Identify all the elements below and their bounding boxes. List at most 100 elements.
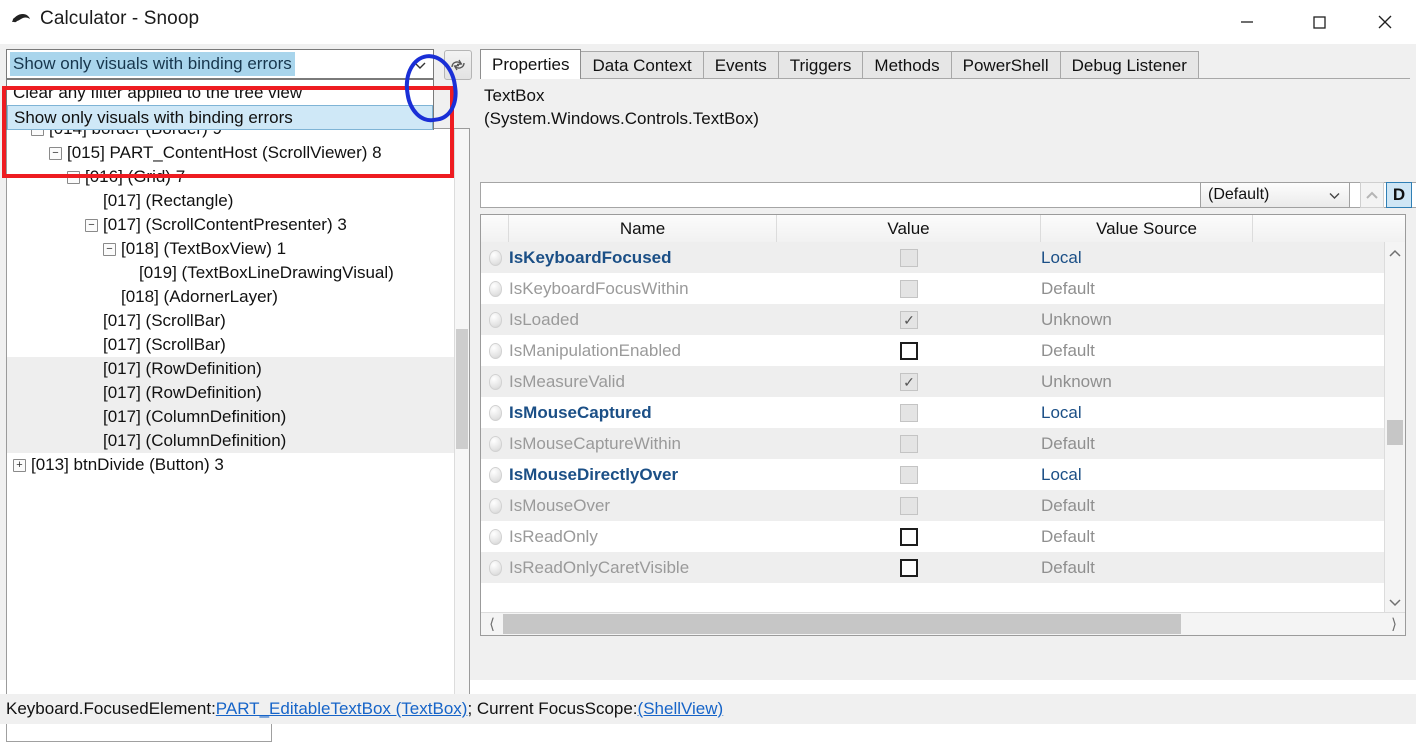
bulb-icon[interactable] [488, 342, 502, 359]
tree-node[interactable]: [017] (ColumnDefinition) [7, 429, 455, 453]
tree-node[interactable]: [017] (Rectangle) [7, 189, 455, 213]
bulb-icon[interactable] [488, 466, 502, 483]
tab-debug-listener[interactable]: Debug Listener [1059, 51, 1199, 79]
property-value-cell[interactable] [777, 279, 1041, 298]
property-value-cell[interactable]: ✓ [777, 310, 1041, 329]
bulb-icon[interactable] [488, 497, 502, 514]
grid-horizontal-scrollbar[interactable]: ⟨ ⟩ [481, 612, 1405, 635]
property-row[interactable]: IsKeyboardFocused Local [481, 242, 1385, 273]
tree-node[interactable]: − [018] (TextBoxView) 1 [7, 237, 455, 261]
tab-methods[interactable]: Methods [862, 51, 952, 79]
expand-icon[interactable]: + [13, 458, 26, 472]
property-value-checkbox[interactable] [900, 527, 918, 546]
grid-vertical-scrollbar[interactable] [1384, 242, 1405, 613]
collapse-icon[interactable]: − [49, 146, 62, 160]
property-value-cell[interactable] [777, 434, 1041, 453]
scroll-right-icon[interactable]: ⟩ [1383, 613, 1405, 635]
tree-vertical-scrollbar[interactable] [454, 129, 469, 713]
property-value-cell[interactable] [777, 341, 1041, 360]
property-value-cell[interactable] [777, 558, 1041, 577]
delve-button[interactable]: D [1386, 182, 1412, 208]
tree-node[interactable]: [017] (ScrollBar) [7, 333, 455, 357]
tree-node[interactable]: − [017] (ScrollContentPresenter) 3 [7, 213, 455, 237]
property-row[interactable]: IsKeyboardFocusWithin Default [481, 273, 1385, 304]
bulb-icon[interactable] [488, 249, 502, 266]
collapse-icon[interactable]: − [103, 242, 116, 256]
property-row[interactable]: IsManipulationEnabled Default [481, 335, 1385, 366]
bulb-icon[interactable] [488, 373, 502, 390]
bulb-icon[interactable] [488, 528, 502, 545]
tree-node[interactable]: [017] (ColumnDefinition) [7, 405, 455, 429]
property-grid[interactable]: Name Value Value Source IsKeyboardFocused L… [480, 214, 1406, 636]
chevron-down-icon[interactable] [1328, 187, 1341, 205]
filter-option-clear[interactable]: Clear any filter applied to the tree vie… [7, 80, 433, 105]
collapse-icon[interactable]: − [67, 170, 80, 184]
tree-node[interactable]: [018] (AdornerLayer) [7, 285, 455, 309]
grid-column-header[interactable] [1253, 215, 1405, 242]
property-value-checkbox[interactable] [900, 248, 918, 267]
tab-powershell[interactable]: PowerShell [950, 51, 1061, 79]
grid-column-header[interactable] [481, 215, 509, 242]
scroll-left-icon[interactable]: ⟨ [481, 613, 503, 635]
visual-tree[interactable]: −[014] border (Border) 9−[015] PART_Cont… [6, 128, 470, 714]
minimize-button[interactable] [1224, 0, 1270, 44]
property-value-checkbox[interactable]: ✓ [900, 372, 918, 391]
property-value-cell[interactable] [777, 527, 1041, 546]
bulb-icon[interactable] [488, 404, 502, 421]
property-value-checkbox[interactable] [900, 465, 918, 484]
property-value-cell[interactable] [777, 248, 1041, 267]
grid-hscroll-track[interactable] [503, 613, 1383, 635]
tree-node[interactable]: − [015] PART_ContentHost (ScrollViewer) 8 [7, 141, 455, 165]
tree-node[interactable]: [017] (RowDefinition) [7, 381, 455, 405]
grid-scrollbar-thumb[interactable] [1387, 420, 1403, 445]
bulb-icon[interactable] [488, 559, 502, 576]
property-value-checkbox[interactable]: ✓ [900, 310, 918, 329]
bulb-icon[interactable] [488, 280, 502, 297]
bulb-icon[interactable] [488, 311, 502, 328]
grid-hscroll-thumb[interactable] [503, 614, 1181, 634]
tree-node[interactable]: [017] (RowDefinition) [7, 357, 455, 381]
property-row[interactable]: IsReadOnly Default [481, 521, 1385, 552]
property-value-cell[interactable] [777, 496, 1041, 515]
property-value-checkbox[interactable] [900, 403, 918, 422]
grid-column-header[interactable]: Name [509, 215, 777, 242]
grid-column-header[interactable]: Value Source [1041, 215, 1253, 242]
tab-properties[interactable]: Properties [480, 49, 582, 79]
filter-combobox[interactable]: Show only visuals with binding errors [6, 49, 434, 79]
property-row[interactable]: IsMouseCaptured Local [481, 397, 1385, 428]
tree-node[interactable]: − [016] (Grid) 7 [7, 165, 455, 189]
tree-node[interactable]: [019] (TextBoxLineDrawingVisual) [7, 261, 455, 285]
property-value-checkbox[interactable] [900, 496, 918, 515]
property-value-cell[interactable]: ✓ [777, 372, 1041, 391]
filter-option-binding-errors[interactable]: Show only visuals with binding errors [7, 105, 433, 130]
property-row[interactable]: IsMeasureValid ✓ Unknown [481, 366, 1385, 397]
property-row[interactable]: IsMouseCaptureWithin Default [481, 428, 1385, 459]
tab-events[interactable]: Events [702, 51, 779, 79]
maximize-button[interactable] [1296, 0, 1342, 44]
tree-node[interactable]: −[014] border (Border) 9 [7, 129, 455, 141]
property-row[interactable]: IsMouseDirectlyOver Local [481, 459, 1385, 490]
property-value-checkbox[interactable] [900, 341, 918, 360]
property-row[interactable]: IsLoaded ✓ Unknown [481, 304, 1385, 335]
tree-node[interactable]: + [013] btnDivide (Button) 3 [7, 453, 455, 477]
focused-element-link[interactable]: PART_EditableTextBox (TextBox) [216, 699, 468, 719]
filter-dropdown-popup[interactable]: Clear any filter applied to the tree vie… [6, 79, 434, 130]
chevron-down-icon[interactable] [413, 50, 427, 80]
scroll-down-icon[interactable] [1385, 591, 1405, 613]
collapse-up-button[interactable] [1360, 182, 1384, 208]
refresh-tree-button[interactable] [444, 50, 472, 80]
value-source-filter-combobox[interactable]: (Default) [1200, 182, 1350, 208]
property-value-checkbox[interactable] [900, 279, 918, 298]
tab-triggers[interactable]: Triggers [777, 51, 864, 79]
tree-scrollbar-thumb[interactable] [456, 329, 468, 449]
focus-scope-link[interactable]: (ShellView) [638, 699, 724, 719]
property-value-checkbox[interactable] [900, 558, 918, 577]
bulb-icon[interactable] [488, 435, 502, 452]
property-row[interactable]: IsReadOnlyCaretVisible Default [481, 552, 1385, 583]
property-value-cell[interactable] [777, 465, 1041, 484]
tree-node[interactable]: [017] (ScrollBar) [7, 309, 455, 333]
close-button[interactable] [1362, 0, 1408, 44]
grid-column-header[interactable]: Value [777, 215, 1041, 242]
scroll-up-icon[interactable] [1385, 242, 1405, 264]
collapse-icon[interactable]: − [85, 218, 98, 232]
